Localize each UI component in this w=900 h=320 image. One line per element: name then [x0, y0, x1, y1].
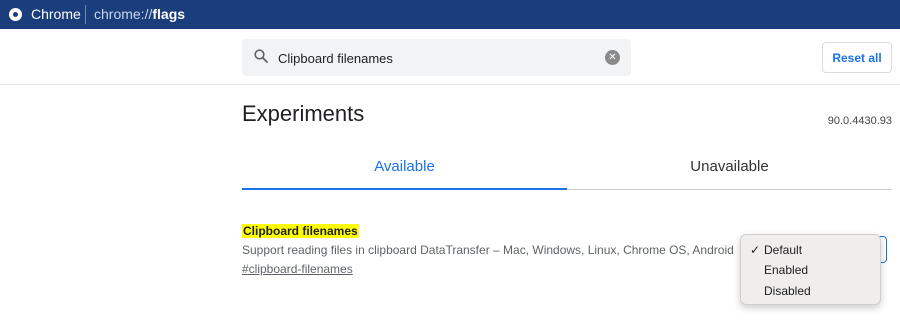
flag-permalink[interactable]: #clipboard-filenames [242, 262, 353, 276]
reset-all-button[interactable]: Reset all [822, 42, 892, 73]
checkmark-icon: ✓ [750, 243, 761, 257]
option-enabled[interactable]: Enabled [741, 260, 881, 280]
chrome-logo-icon [9, 8, 22, 21]
option-label: Default [764, 243, 803, 257]
tab-available[interactable]: Available [242, 147, 567, 190]
tab-bar: Available Unavailable [242, 147, 892, 190]
search-icon [254, 49, 268, 63]
option-disabled[interactable]: Disabled [741, 281, 881, 301]
flag-title: Clipboard filenames [242, 224, 359, 238]
flag-description: Support reading files in clipboard DataT… [242, 243, 734, 257]
url-text: chrome://flags [94, 6, 186, 22]
option-default[interactable]: ✓ Default [741, 240, 881, 260]
tab-unavailable[interactable]: Unavailable [567, 147, 892, 189]
option-label: Disabled [764, 284, 811, 298]
search-header: ✕ Reset all [0, 29, 900, 85]
clear-search-icon[interactable]: ✕ [605, 50, 620, 65]
divider [85, 5, 86, 24]
app-name: Chrome [31, 6, 81, 22]
option-label: Enabled [764, 263, 809, 277]
page-title: Experiments [242, 101, 365, 126]
search-input[interactable] [278, 48, 598, 68]
top-bar: Chrome chrome://flags [0, 0, 900, 29]
version-label: 90.0.4430.93 [827, 115, 892, 127]
flag-state-dropdown: ✓ Default Enabled Disabled [740, 234, 881, 305]
search-box[interactable]: ✕ [242, 39, 631, 76]
